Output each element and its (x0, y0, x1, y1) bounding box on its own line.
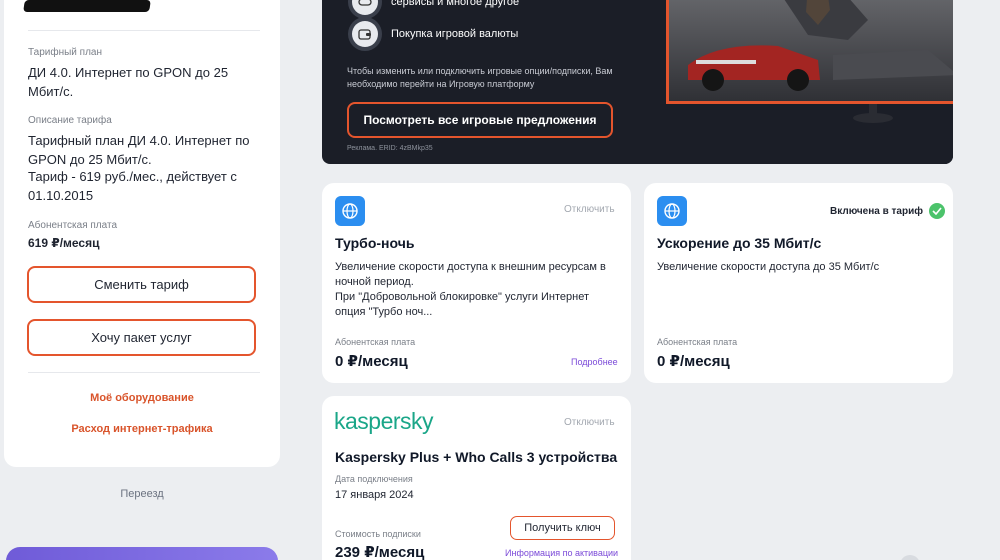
option-description-line-1: Увеличение скорости доступа до 35 Мбит/с (657, 261, 880, 273)
option-description-line-2: При "Добровольной блокировке" услуги Инт… (335, 291, 590, 318)
game-feature-item: Покупка игровой валюты (348, 17, 518, 51)
description-line-1: Тарифный план ДИ 4.0. Интернет по GPON д… (28, 133, 250, 167)
my-equipment-link[interactable]: Моё оборудование (4, 392, 280, 404)
redacted-account-name (23, 0, 151, 12)
game-promo-banner: сервисы и многое другое Покупка игровой … (322, 0, 953, 164)
plan-value: ДИ 4.0. Интернет по GPON до 25 Мбит/с. (28, 65, 229, 99)
feature-circle (348, 17, 382, 51)
subscription-title: Kaspersky Plus + Who Calls 3 устройства (335, 449, 618, 465)
included-label: Включена в тариф (830, 205, 923, 217)
description-label: Описание тарифа (28, 115, 112, 126)
subscription-cost: 239 ₽/месяц (335, 544, 425, 560)
platform-note: Чтобы изменить или подключить игровые оп… (347, 66, 613, 89)
relocation-link[interactable]: Переезд (4, 488, 280, 500)
promo-banner[interactable] (6, 547, 278, 560)
included-status: Включена в тариф (830, 203, 945, 219)
option-title: Турбо-ночь (335, 235, 415, 251)
option-card-speed-boost: Включена в тариф Ускорение до 35 Мбит/с … (644, 183, 953, 383)
plan-label: Тарифный план (28, 47, 103, 58)
disable-option-link[interactable]: Отключить (564, 204, 615, 215)
check-icon (929, 203, 945, 219)
scroll-indicator[interactable] (900, 555, 920, 560)
globe-icon (335, 196, 365, 226)
ad-label: Реклама. ERID: 4zBMkp35 (347, 145, 433, 152)
divider (28, 372, 260, 373)
option-description-line-1: Увеличение скорости доступа к внешним ре… (335, 261, 606, 288)
activation-info-link[interactable]: Информация по активации (505, 548, 618, 558)
globe-icon (657, 196, 687, 226)
subscription-cost-label: Стоимость подписки (335, 529, 421, 539)
fee-label: Абонентская плата (657, 337, 738, 347)
game-artwork (658, 0, 953, 164)
option-fee: 0 ₽/месяц (657, 353, 730, 370)
kaspersky-card: kaspersky Отключить Kaspersky Plus + Who… (322, 396, 631, 560)
divider (28, 30, 260, 31)
disable-subscription-link[interactable]: Отключить (564, 417, 615, 428)
fee-value: 619 ₽/месяц (28, 236, 100, 250)
change-tariff-button[interactable]: Сменить тариф (27, 266, 256, 303)
option-description: Увеличение скорости доступа до 35 Мбит/с (657, 260, 942, 275)
feature-text: Покупка игровой валюты (391, 28, 519, 40)
feature-text: сервисы и многое другое (391, 0, 520, 8)
option-title: Ускорение до 35 Мбит/с (657, 235, 822, 251)
bundle-button[interactable]: Хочу пакет услуг (27, 319, 256, 356)
connection-date: 17 января 2024 (335, 489, 414, 501)
option-fee: 0 ₽/месяц (335, 353, 408, 370)
view-game-offers-button[interactable]: Посмотреть все игровые предложения (347, 102, 613, 138)
traffic-usage-link[interactable]: Расход интернет-трафика (4, 423, 280, 435)
fee-label: Абонентская плата (28, 220, 118, 231)
kaspersky-logo: kaspersky (334, 408, 434, 434)
get-key-button[interactable]: Получить ключ (510, 516, 615, 540)
controller-icon (352, 0, 378, 15)
wallet-icon (352, 21, 378, 47)
option-description: Увеличение скорости доступа к внешним ре… (335, 260, 620, 320)
option-card-turbo-night: Отключить Турбо-ночь Увеличение скорости… (322, 183, 631, 383)
description-line-2: Тариф - 619 руб./мес., действует с 01.10… (28, 169, 237, 203)
connection-date-label: Дата подключения (335, 474, 413, 484)
fee-label: Абонентская плата (335, 337, 416, 347)
more-details-link[interactable]: Подробнее (571, 357, 618, 367)
